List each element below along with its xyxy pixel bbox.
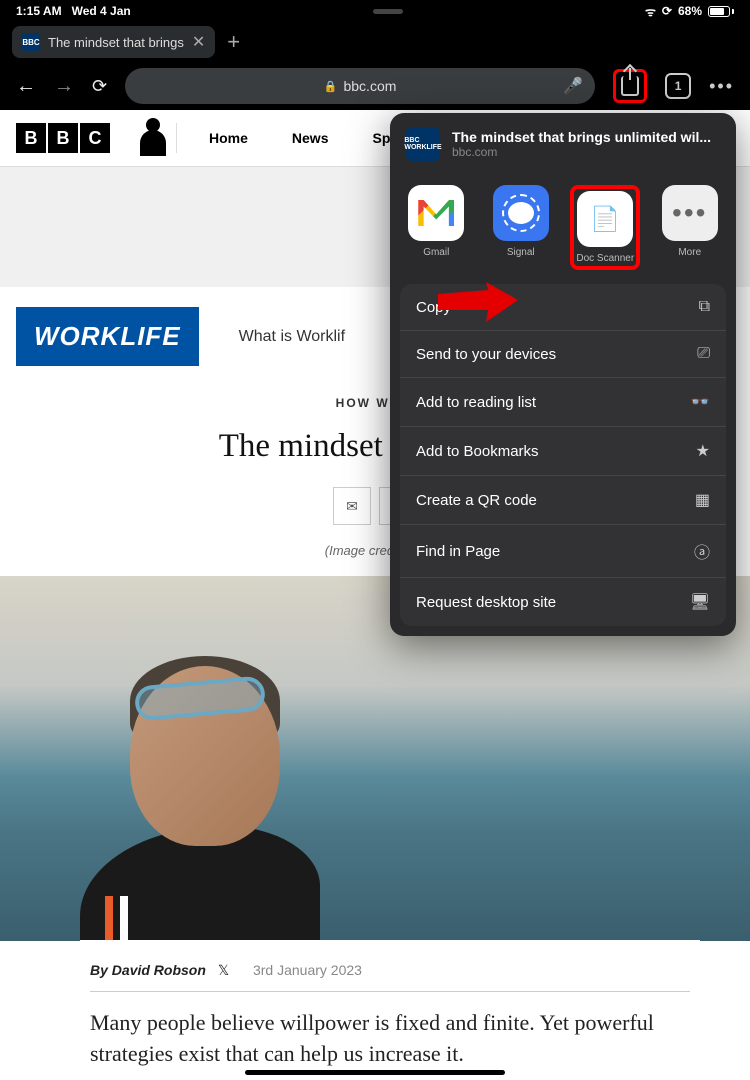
- share-app-more[interactable]: ••• More: [655, 185, 725, 270]
- qr-icon: ▦: [695, 490, 710, 510]
- bbc-logo[interactable]: BBC: [16, 123, 110, 153]
- share-app-signal[interactable]: Signal: [486, 185, 556, 270]
- publish-date: 3rd January 2023: [253, 962, 362, 978]
- find-icon: ⓐ: [694, 539, 710, 563]
- nav-home[interactable]: Home: [209, 130, 248, 146]
- share-app-row: Gmail Signal 📄 Doc Scanner ••• More: [390, 175, 736, 284]
- more-icon: •••: [662, 185, 718, 241]
- twitter-icon[interactable]: 𝕏: [218, 962, 229, 978]
- share-app-gmail[interactable]: Gmail: [401, 185, 471, 270]
- account-icon[interactable]: [140, 130, 166, 156]
- star-icon: ★: [696, 441, 710, 461]
- share-email-icon[interactable]: ✉: [333, 487, 371, 525]
- browser-toolbar: ← → ⟳ 🔒 bbc.com 🎤 1 •••: [0, 62, 750, 110]
- battery-pct: 68%: [678, 4, 702, 18]
- share-action-list: Copy⧉ Send to your devices⎚ Add to readi…: [400, 284, 726, 626]
- tab-bar: BBC The mindset that brings ✕ +: [0, 22, 750, 62]
- share-favicon-icon: BBCWORKLIFE: [406, 127, 440, 161]
- share-button[interactable]: [613, 69, 647, 103]
- devices-icon: ⎚: [697, 345, 710, 363]
- browser-tab[interactable]: BBC The mindset that brings ✕: [12, 26, 215, 58]
- copy-icon: ⧉: [699, 298, 710, 316]
- back-button[interactable]: ←: [16, 75, 36, 98]
- action-reading-list[interactable]: Add to reading list👓: [400, 378, 726, 427]
- worklife-badge[interactable]: WORKLIFE: [16, 307, 199, 366]
- signal-icon: [493, 185, 549, 241]
- article-body: By David Robson 𝕏 3rd January 2023 Many …: [80, 940, 700, 1080]
- overflow-menu-button[interactable]: •••: [709, 76, 734, 97]
- action-bookmark[interactable]: Add to Bookmarks★: [400, 427, 726, 476]
- status-date: Wed 4 Jan: [72, 4, 131, 18]
- share-icon: [621, 76, 639, 96]
- close-tab-icon[interactable]: ✕: [192, 32, 205, 52]
- action-send-devices[interactable]: Send to your devices⎚: [400, 331, 726, 378]
- gmail-icon: [408, 185, 464, 241]
- url-text: bbc.com: [343, 78, 396, 94]
- share-subtitle: bbc.com: [452, 145, 711, 159]
- reload-button[interactable]: ⟳: [92, 76, 107, 97]
- status-time: 1:15 AM: [16, 4, 62, 18]
- url-bar[interactable]: 🔒 bbc.com 🎤: [125, 68, 595, 104]
- action-qr[interactable]: Create a QR code▦: [400, 476, 726, 525]
- share-sheet-header: BBCWORKLIFE The mindset that brings unli…: [390, 113, 736, 175]
- doc-scanner-icon: 📄: [577, 191, 633, 247]
- share-sheet: ers BBCWORKLIFE The mindset that brings …: [390, 113, 736, 636]
- tab-title: The mindset that brings: [48, 35, 184, 50]
- wifi-icon: ᯤ: [645, 3, 656, 20]
- multitask-pill[interactable]: [373, 9, 403, 14]
- lock-icon: 🔒: [324, 80, 338, 93]
- annotation-arrow: [438, 282, 518, 327]
- worklife-link[interactable]: What is Worklif: [239, 328, 345, 346]
- action-find[interactable]: Find in Pageⓐ: [400, 525, 726, 578]
- status-bar: 1:15 AM Wed 4 Jan ᯤ ⟳ 68%: [0, 0, 750, 22]
- tabs-button[interactable]: 1: [665, 73, 691, 99]
- desktop-icon: 🖥: [690, 592, 710, 612]
- mic-icon[interactable]: 🎤: [563, 76, 583, 96]
- action-desktop[interactable]: Request desktop site🖥: [400, 578, 726, 626]
- share-app-doc-scanner[interactable]: 📄 Doc Scanner: [570, 185, 640, 270]
- reading-list-icon: 👓: [690, 392, 710, 412]
- byline: By David Robson 𝕏 3rd January 2023: [90, 962, 690, 979]
- share-title: The mindset that brings unlimited wil...: [452, 129, 711, 145]
- sync-icon: ⟳: [662, 4, 672, 18]
- tab-favicon-icon: BBC: [22, 33, 40, 51]
- article-lede: Many people believe willpower is fixed a…: [90, 1008, 690, 1070]
- forward-button: →: [54, 75, 74, 98]
- home-indicator[interactable]: [245, 1070, 505, 1075]
- new-tab-button[interactable]: +: [227, 29, 240, 55]
- battery-icon: [708, 6, 734, 17]
- nav-news[interactable]: News: [292, 130, 329, 146]
